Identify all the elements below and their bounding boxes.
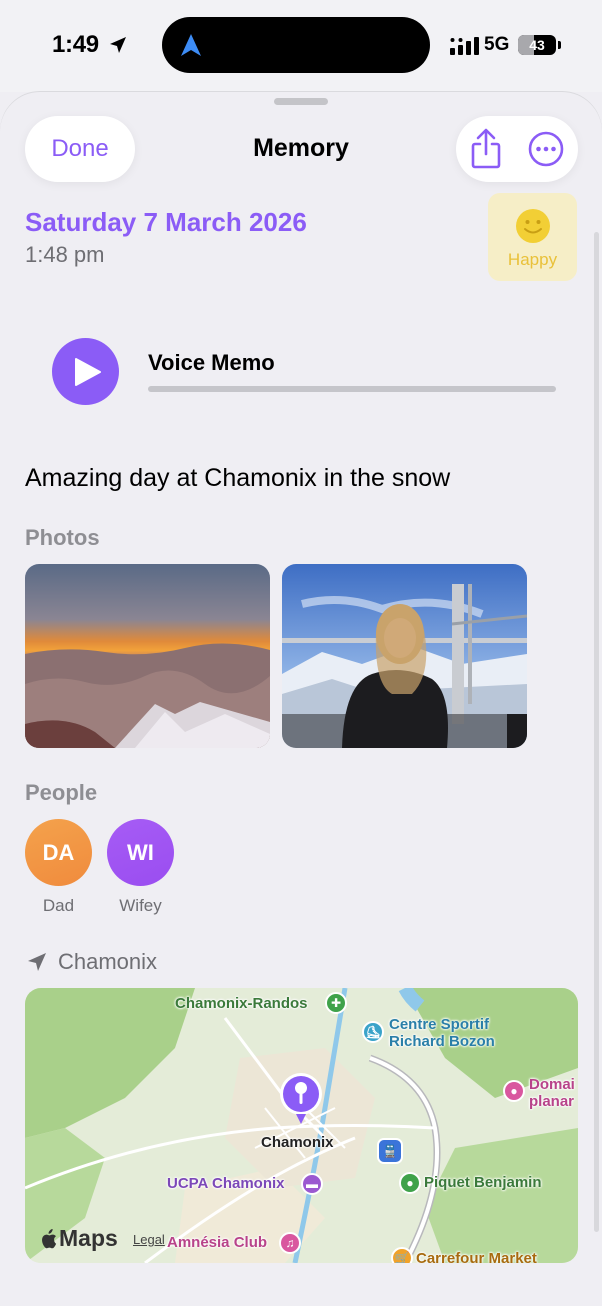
- memory-note: Amazing day at Chamonix in the snow: [25, 464, 451, 492]
- map-label-domai-2: planar: [529, 1093, 575, 1110]
- map-label-town: Chamonix: [261, 1134, 334, 1151]
- scroll-indicator[interactable]: [594, 232, 599, 1232]
- signal-icon: [450, 37, 479, 55]
- voice-memo-title: Voice Memo: [148, 350, 275, 375]
- map-label-sportif-1: Centre Sportif: [389, 1016, 490, 1033]
- person-avatar-dad[interactable]: DA: [25, 819, 92, 886]
- dynamic-island: [162, 17, 430, 73]
- photos-label: Photos: [25, 525, 100, 550]
- status-time: 1:49: [52, 31, 99, 58]
- location-row[interactable]: Chamonix: [25, 948, 157, 976]
- action-buttons: [456, 116, 578, 182]
- memory-time: 1:48 pm: [25, 242, 105, 267]
- photo-sunset-mountains[interactable]: [25, 564, 270, 748]
- map-label-randos: Chamonix-Randos: [175, 995, 308, 1012]
- map-label-amnesia: Amnésia Club: [167, 1234, 268, 1251]
- apple-logo-icon: [42, 1228, 57, 1248]
- battery-icon: 43: [518, 35, 561, 55]
- play-button[interactable]: [52, 338, 119, 405]
- hiking-poi-icon: ✚: [325, 992, 347, 1014]
- voice-memo-progress[interactable]: [148, 386, 556, 392]
- location-map[interactable]: Chamonix-Randos ✚ ⛸ Centre Sportif Richa…: [25, 988, 578, 1263]
- train-station-icon: 🚆: [377, 1138, 403, 1164]
- apple-maps-logo: Maps: [39, 1225, 118, 1252]
- share-icon[interactable]: [466, 128, 506, 170]
- shop-poi-icon: ●: [399, 1172, 421, 1194]
- navigation-arrow-icon: [181, 34, 201, 56]
- photo-woman-on-gondola[interactable]: [282, 564, 527, 748]
- grocery-poi-icon: 🛒: [391, 1247, 413, 1263]
- location-arrow-icon: [110, 37, 126, 53]
- person-name-dad: Dad: [42, 896, 75, 915]
- maps-brand: Maps: [59, 1225, 118, 1251]
- memory-date: Saturday 7 March 2026: [25, 207, 307, 237]
- sheet-grabber[interactable]: [274, 98, 328, 105]
- map-label-carrefour: Carrefour Market: [416, 1250, 537, 1263]
- map-label-piquet: Piquet Benjamin: [424, 1174, 542, 1191]
- smiley-face-icon: [516, 209, 550, 243]
- network-type: 5G: [484, 34, 510, 55]
- location-name: Chamonix: [58, 949, 158, 974]
- mood-badge[interactable]: Happy: [488, 193, 577, 281]
- legal-link[interactable]: Legal: [133, 1232, 165, 1247]
- status-bar: 1:49 5G 43: [0, 0, 602, 92]
- sports-centre-icon: ⛸: [362, 1021, 384, 1043]
- attraction-poi-icon: ●: [503, 1080, 525, 1102]
- location-arrow-icon: [28, 953, 46, 971]
- lodging-poi-icon: ▬: [301, 1173, 323, 1195]
- more-options-icon[interactable]: [528, 131, 564, 167]
- people-label: People: [25, 780, 98, 805]
- memory-sheet: Done Memory Saturday 7 March 2026 1:48 p…: [0, 92, 602, 1306]
- person-name-wifey: Wifey: [119, 896, 162, 915]
- person-avatar-wifey[interactable]: WI: [107, 819, 174, 886]
- mood-label: Happy: [507, 250, 558, 269]
- play-icon: [75, 358, 101, 386]
- battery-level: 43: [529, 37, 545, 53]
- map-label-sportif-2: Richard Bozon: [389, 1033, 495, 1050]
- map-pin-icon: [280, 1073, 322, 1124]
- map-label-domai-1: Domai: [529, 1076, 575, 1093]
- nightlife-poi-icon: ♫: [279, 1232, 301, 1254]
- map-label-ucpa: UCPA Chamonix: [167, 1175, 285, 1192]
